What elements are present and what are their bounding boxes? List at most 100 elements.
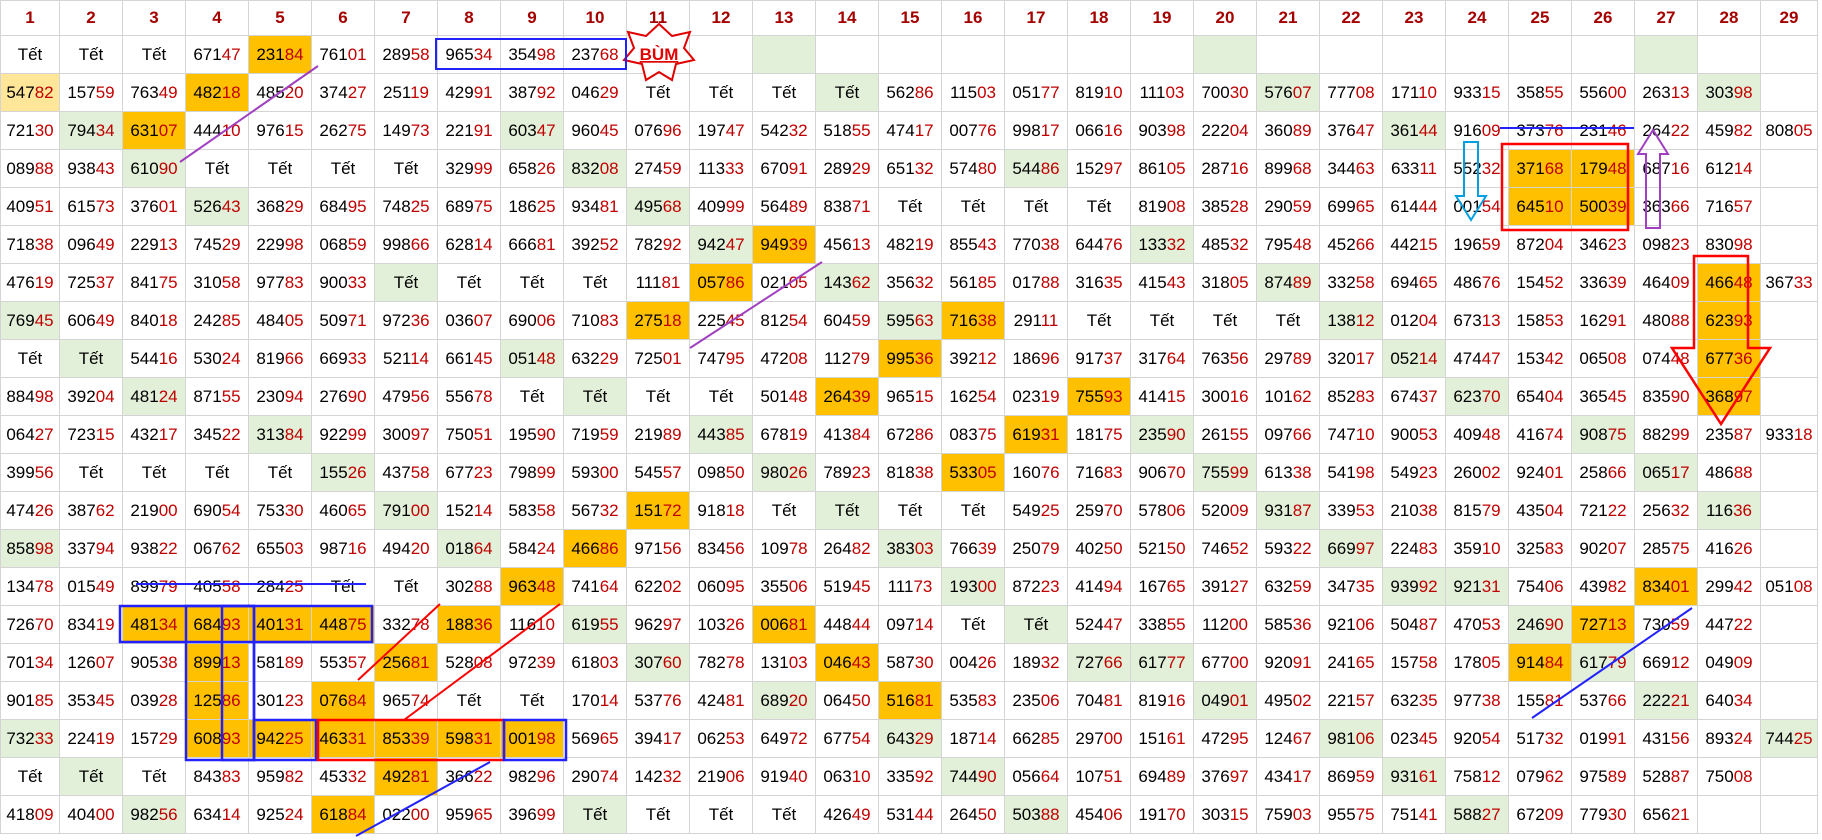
number-head: 383 [886,538,915,558]
grid-cell: 27459 [626,149,690,188]
number-head: 154 [1516,272,1545,292]
number-tail: 81 [1103,690,1123,710]
grid-cell: Tết [374,567,438,606]
grid-cell: 35345 [59,681,123,720]
number-tail: 58 [1418,652,1438,672]
number-tail: 29 [158,728,178,748]
grid-cell: 67754 [815,719,879,758]
number-head: 834 [67,614,96,634]
number-tail: 98 [34,538,54,558]
number-head: 959 [445,804,474,824]
number-head: 065 [1579,348,1608,368]
grid-cell: 00154 [1445,187,1509,226]
grid-cell: 51732 [1508,719,1572,758]
grid-cell [878,35,942,74]
column-header: 16 [941,0,1005,36]
number-head: 541 [1327,462,1356,482]
table-row: 47426 38762 21900 69054 75330 46065 79100 15214… [0,491,1818,530]
number-tail: 36 [914,348,934,368]
grid-cell: 42991 [437,73,501,112]
grid-cell: 63107 [122,111,186,150]
number-head: 744 [949,766,978,786]
grid-cell: 67091 [752,149,816,188]
number-head: 371 [1516,158,1545,178]
grid-cell: Tết [815,491,879,530]
number-head: 633 [1390,158,1420,178]
grid-cell: 85543 [941,225,1005,264]
grid-cell: Tết [1004,187,1068,226]
grid-cell: 43217 [122,415,186,454]
number-tail: 06 [1355,728,1375,748]
grid-cell: 09714 [878,605,942,644]
number-head: 593 [571,462,600,482]
number-tail: 06 [725,766,745,786]
number-tail: 12 [1355,310,1375,330]
grid-cell: 07962 [1508,757,1572,796]
grid-cell: 41809 [0,795,60,834]
grid-cell: 44875 [311,605,375,644]
number-tail: 45 [1607,386,1627,406]
grid-cell: 92524 [248,795,312,834]
grid-cell: 49568 [626,187,690,226]
column-header: 20 [1193,0,1257,36]
number-tail: 58 [221,576,241,596]
number-tail: 90 [158,158,178,178]
grid-cell: 66145 [437,339,501,378]
column-header: 27 [1634,0,1698,36]
grid-cell: 72537 [59,263,123,302]
number-head: 101 [1264,386,1293,406]
number-tail: 19 [914,234,934,254]
grid-cell: 76101 [311,35,375,74]
number-head: 068 [319,234,348,254]
grid-cell: 35498 [500,35,564,74]
number-tail: 26 [977,652,997,672]
number-tail: 13 [1607,614,1627,634]
number-tail: 59 [1355,766,1375,786]
number-head: 485 [1201,234,1230,254]
number-tail: 26 [788,462,808,482]
number-head: 542 [760,120,789,140]
grid-cell: 24165 [1319,643,1383,682]
number-head: 023 [1012,386,1041,406]
grid-cell: 95575 [1319,795,1383,834]
number-tail: 28 [1229,196,1249,216]
number-head: 170 [571,690,600,710]
number-tail: 54 [1481,728,1501,748]
grid-cell: Tết [752,491,816,530]
grid-cell: 38762 [59,491,123,530]
number-head: 151 [634,500,663,520]
grid-cell: 01991 [1571,719,1635,758]
number-tail: 32 [914,158,934,178]
grid-cell [1130,35,1194,74]
number-tail: 29 [914,728,934,748]
number-tail: 06 [1103,804,1123,824]
grid-cell: 31635 [1067,263,1131,302]
number-head: 259 [1075,500,1104,520]
grid-cell: 06508 [1571,339,1635,378]
number-head: 339 [1327,500,1356,520]
number-tail: 70 [34,614,54,634]
table-row: 73233 22419 15729 60893 94225 46331 85339 59831… [0,719,1818,758]
number-head: 157 [1390,652,1419,672]
number-tail: 59 [851,310,871,330]
grid-cell: 83871 [815,187,879,226]
number-tail: 54 [851,728,871,748]
number-tail: 94 [1103,576,1123,596]
number-tail: 74 [599,766,619,786]
number-head: 725 [67,272,96,292]
number-head: 581 [256,652,285,672]
grid-cell [941,35,1005,74]
number-tail: 66 [1607,462,1627,482]
grid-cell: 30760 [626,643,690,682]
number-tail: 15 [914,386,934,406]
number-head: 726 [6,614,35,634]
grid-cell: 48219 [878,225,942,264]
grid-cell: 01549 [59,567,123,606]
number-head: 544 [1012,158,1041,178]
grid-cell: Tết [437,681,501,720]
grid-cell: 97738 [1445,681,1509,720]
grid-cell: 59300 [563,453,627,492]
number-head: 537 [1579,690,1608,710]
number-head: 112 [1201,614,1230,634]
number-tail: 58 [221,272,241,292]
